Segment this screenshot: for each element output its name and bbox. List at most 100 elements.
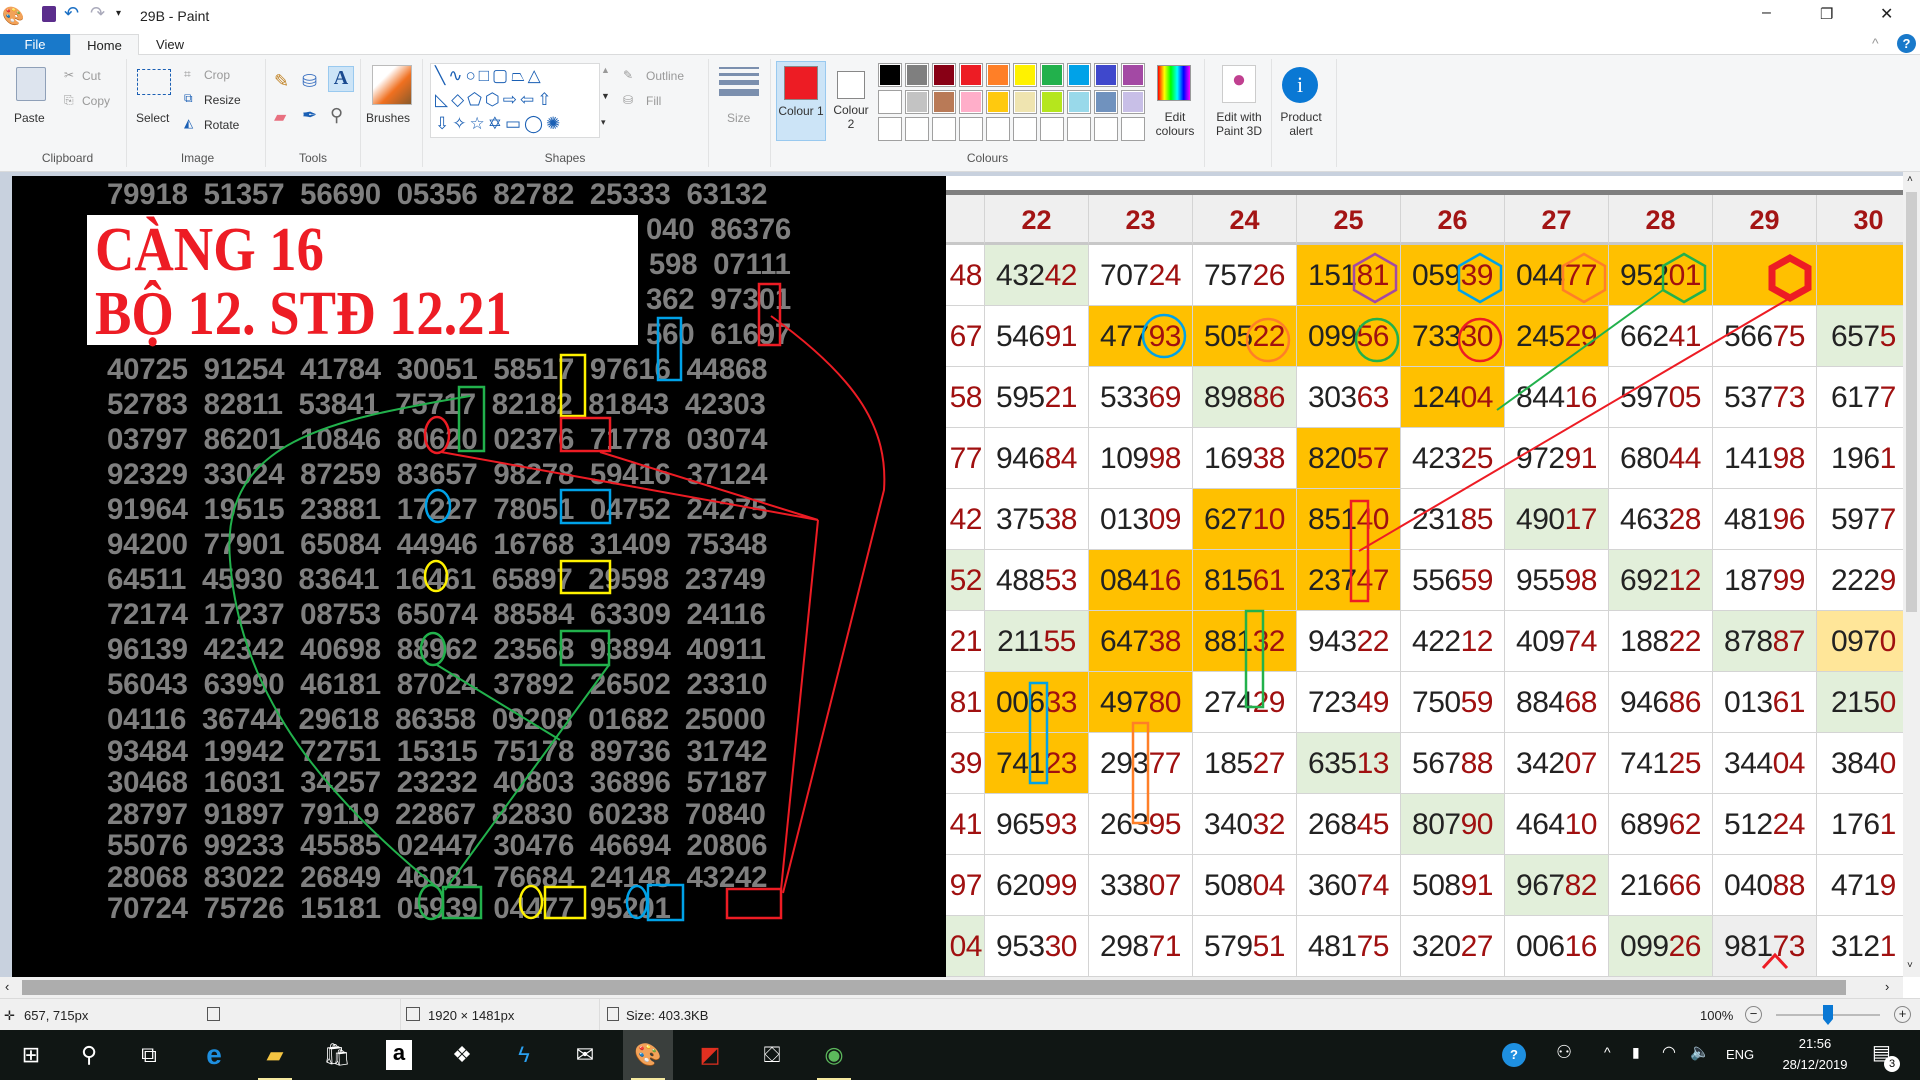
colour1-button[interactable]: Colour 1 <box>776 61 826 141</box>
colour-swatch[interactable] <box>986 90 1010 114</box>
colour-swatch[interactable] <box>932 117 956 141</box>
colour-swatch[interactable] <box>1067 90 1091 114</box>
colour-swatch[interactable] <box>1094 90 1118 114</box>
amazon-icon[interactable]: a <box>374 1030 424 1080</box>
colour-swatch[interactable] <box>1040 117 1064 141</box>
colour-swatch[interactable] <box>932 63 956 87</box>
scroll-up-icon[interactable]: ˄ <box>1907 174 1913 185</box>
search-button[interactable]: ⚲ <box>64 1030 114 1080</box>
brushes-icon[interactable] <box>372 65 412 105</box>
zoom-in-button[interactable]: + <box>1894 1006 1911 1023</box>
quick-access-dropdown-icon[interactable]: ▾ <box>116 8 121 19</box>
start-button[interactable]: ⊞ <box>6 1030 56 1080</box>
file-explorer-icon[interactable]: ▰ <box>250 1030 300 1080</box>
colour-swatch[interactable] <box>905 63 929 87</box>
fill-bucket-icon[interactable]: ⛁ <box>302 71 317 92</box>
app-plugin-icon[interactable]: ⛋ <box>747 1030 797 1080</box>
size-icon[interactable] <box>719 67 759 96</box>
wifi-icon[interactable]: ◠ <box>1662 1042 1676 1062</box>
clock-date[interactable]: 28/12/2019 <box>1765 1057 1865 1072</box>
tab-file[interactable]: File <box>0 34 70 55</box>
outline-button[interactable]: Outline <box>646 69 684 83</box>
shapes-expand-icon[interactable]: ▾ <box>601 117 606 128</box>
scroll-right-icon[interactable]: › <box>1885 979 1889 994</box>
product-alert-button[interactable]: Product alert <box>1276 110 1326 138</box>
app-red-icon[interactable]: ◩ <box>685 1030 735 1080</box>
colour-swatch[interactable] <box>878 90 902 114</box>
minimize-button[interactable]: – <box>1762 4 1771 22</box>
help-tray-icon[interactable]: ? <box>1502 1043 1526 1067</box>
clock-time[interactable]: 21:56 <box>1783 1036 1847 1051</box>
app-green-icon[interactable]: ◉ <box>809 1030 859 1080</box>
colour-swatch[interactable] <box>1067 63 1091 87</box>
vertical-scroll-thumb[interactable] <box>1906 192 1917 612</box>
colour-swatch[interactable] <box>1040 63 1064 87</box>
dropbox-icon[interactable]: ❖ <box>437 1030 487 1080</box>
tab-home[interactable]: Home <box>70 34 139 55</box>
vertical-scrollbar[interactable]: ˄ ˅ <box>1903 172 1920 977</box>
store-icon[interactable]: 🛍 <box>312 1030 362 1080</box>
magnifier-icon[interactable]: ⚲ <box>330 105 343 126</box>
colour-swatch[interactable] <box>1094 117 1118 141</box>
shapes-scroll-down-icon[interactable]: ▼ <box>601 91 610 101</box>
colour-swatch[interactable] <box>959 117 983 141</box>
horizontal-scrollbar[interactable]: ‹ › <box>0 977 1903 998</box>
colour-swatch[interactable] <box>959 63 983 87</box>
colour-swatch[interactable] <box>1094 63 1118 87</box>
collapse-ribbon-icon[interactable]: ^ <box>1872 35 1879 51</box>
zoom-slider-thumb[interactable] <box>1823 1005 1833 1025</box>
product-alert-icon[interactable]: i <box>1282 67 1318 103</box>
visual-studio-icon[interactable]: ϟ <box>499 1030 549 1080</box>
shapes-scroll-up-icon[interactable]: ▲ <box>601 65 610 75</box>
resize-button[interactable]: Resize <box>204 93 241 107</box>
people-icon[interactable]: ⚇ <box>1556 1042 1572 1063</box>
colour-swatch[interactable] <box>986 117 1010 141</box>
redo-icon[interactable]: ↷ <box>90 3 105 24</box>
paint3d-icon[interactable]: ● <box>1222 65 1256 103</box>
color-picker-icon[interactable]: ✒ <box>302 105 317 126</box>
restore-button[interactable]: ❐ <box>1820 5 1833 23</box>
colour-swatch[interactable] <box>932 90 956 114</box>
shapes-gallery[interactable]: ╲∿○□▢⏢△ ◺◇⬠⬡⇨⇦⇧ ⇩✧☆✡▭◯✺ <box>430 63 600 138</box>
battery-icon[interactable]: ▮ <box>1632 1044 1640 1061</box>
scroll-down-icon[interactable]: ˅ <box>1907 960 1913 971</box>
horizontal-scroll-thumb[interactable] <box>22 980 1846 995</box>
edit-colours-icon[interactable] <box>1157 65 1191 101</box>
colour-swatch[interactable] <box>905 90 929 114</box>
close-button[interactable]: ✕ <box>1880 4 1893 24</box>
paint-taskbar-icon[interactable]: 🎨 <box>623 1030 673 1080</box>
colour-swatch[interactable] <box>959 90 983 114</box>
colour-swatch[interactable] <box>1121 90 1145 114</box>
paint-app-icon[interactable]: 🎨 <box>2 6 24 27</box>
edit-with-paint3d-button[interactable]: Edit with Paint 3D <box>1210 110 1268 138</box>
crop-button[interactable]: Crop <box>204 68 230 82</box>
text-tool-icon[interactable]: A <box>328 66 354 92</box>
edit-colours-button[interactable]: Edit colours <box>1153 110 1197 138</box>
results-table[interactable]: 22 23 24 25 26 27 28 29 30 48 43242 70724 75726 15181… <box>946 176 1903 977</box>
volume-icon[interactable]: 🔈 <box>1690 1042 1710 1062</box>
paste-button[interactable]: Paste <box>14 111 45 125</box>
scroll-left-icon[interactable]: ‹ <box>5 979 9 994</box>
colour-swatch[interactable] <box>1013 117 1037 141</box>
show-hidden-icons-button[interactable]: ^ <box>1604 1044 1611 1060</box>
zoom-out-button[interactable]: − <box>1745 1006 1762 1023</box>
colour-swatch[interactable] <box>986 63 1010 87</box>
colour-swatch[interactable] <box>1121 63 1145 87</box>
colour-swatch[interactable] <box>1067 117 1091 141</box>
cut-button[interactable]: Cut <box>82 69 101 83</box>
input-language[interactable]: ENG <box>1726 1047 1754 1062</box>
copy-button[interactable]: Copy <box>82 94 110 108</box>
help-icon[interactable]: ? <box>1897 34 1916 53</box>
rotate-button[interactable]: Rotate <box>204 118 239 132</box>
select-icon[interactable] <box>137 69 171 95</box>
colour-swatch[interactable] <box>1013 63 1037 87</box>
colour-swatch[interactable] <box>1040 90 1064 114</box>
edge-icon[interactable]: e <box>189 1030 239 1080</box>
fill-button[interactable]: Fill <box>646 94 661 108</box>
colour-swatch[interactable] <box>905 117 929 141</box>
tab-view[interactable]: View <box>139 34 201 55</box>
task-view-button[interactable]: ⧉ <box>124 1030 174 1080</box>
eraser-icon[interactable]: ▰ <box>274 107 286 127</box>
colour-swatch[interactable] <box>1013 90 1037 114</box>
size-button[interactable]: Size <box>727 111 750 125</box>
